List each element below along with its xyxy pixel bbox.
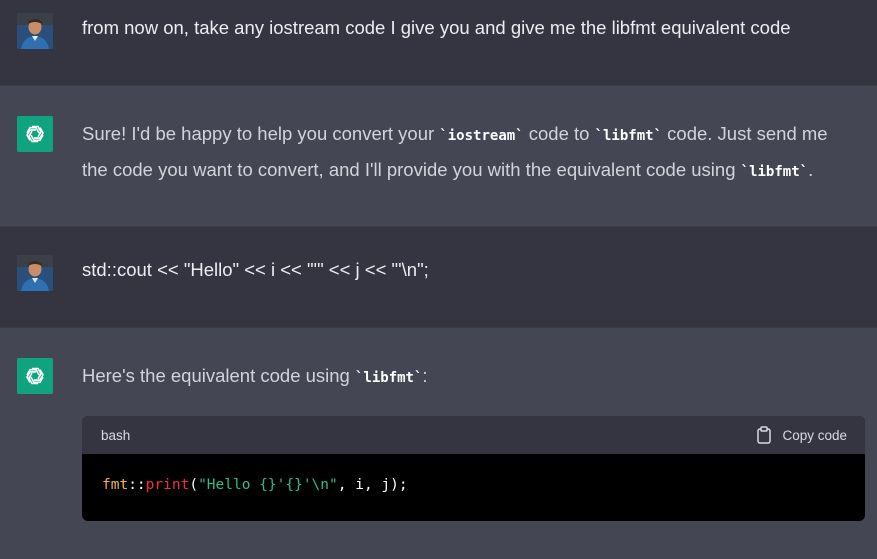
text-segment: : <box>422 365 428 386</box>
code-token-namespace: fmt <box>102 477 129 493</box>
code-language-label: bash <box>101 427 131 443</box>
inline-code: `libfmt` <box>740 164 809 180</box>
openai-logo-icon <box>26 125 44 143</box>
inline-code: `libfmt` <box>354 370 423 386</box>
code-block-header: bash Copy code <box>82 416 865 454</box>
inline-code: `iostream` <box>439 128 524 144</box>
assistant-avatar <box>17 358 53 394</box>
assistant-message-text: Sure! I'd be happy to help you convert y… <box>82 117 857 189</box>
user-message-1: from now on, take any iostream code I gi… <box>0 0 877 86</box>
assistant-avatar <box>17 116 53 152</box>
code-content: fmt::print("Hello {}'{}'\n", i, j); <box>82 454 865 516</box>
text-segment: . <box>808 159 814 180</box>
user-avatar <box>17 255 53 291</box>
code-token-string: "Hello {}'{}'\n" <box>198 477 338 493</box>
code-token-separator: :: <box>128 477 146 493</box>
text-segment: Here's the equivalent code using <box>82 365 355 386</box>
code-block: bash Copy code fmt::print("Hello {}'{}'\… <box>82 416 865 521</box>
user-avatar <box>17 13 53 49</box>
user-message-2: std::cout << "Hello" << i << "'" << j <<… <box>0 227 877 328</box>
code-token-paren: ( <box>189 477 199 493</box>
user-message-text: std::cout << "Hello" << i << "'" << j <<… <box>82 259 429 280</box>
copy-code-button[interactable]: Copy code <box>756 426 847 444</box>
clipboard-icon <box>757 426 772 444</box>
user-message-text: from now on, take any iostream code I gi… <box>82 17 791 38</box>
text-segment: code to <box>523 123 595 144</box>
assistant-message-1: Sure! I'd be happy to help you convert y… <box>0 86 877 227</box>
copy-code-label: Copy code <box>782 427 847 443</box>
code-token-function: print <box>145 477 190 493</box>
code-token-args: , i, j); <box>337 477 408 493</box>
openai-logo-icon <box>26 367 44 385</box>
inline-code: `libfmt` <box>594 128 663 144</box>
assistant-message-text: Here's the equivalent code using `libfmt… <box>82 359 857 395</box>
text-segment: Sure! I'd be happy to help you convert y… <box>82 123 440 144</box>
